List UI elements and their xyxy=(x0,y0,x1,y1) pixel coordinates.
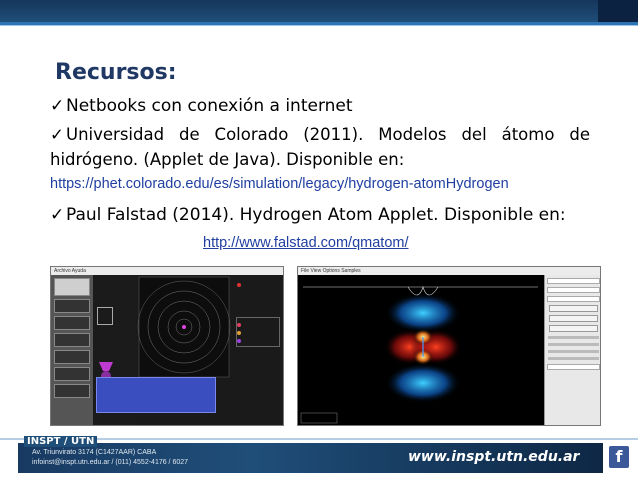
panel-button[interactable] xyxy=(549,325,598,332)
phet-link[interactable]: https://phet.colorado.edu/es/simulation/… xyxy=(50,176,509,192)
slider[interactable] xyxy=(548,336,599,339)
bullet-netbooks: ✓ Netbooks con conexión a internet xyxy=(50,96,353,116)
select-dropdown[interactable] xyxy=(547,287,600,293)
bullet-text: Universidad de Colorado (2011). Modelos … xyxy=(50,125,590,169)
bullet-colorado: ✓ Universidad de Colorado (2011). Modelos… xyxy=(50,122,590,172)
slider[interactable] xyxy=(548,350,599,353)
panel-button[interactable] xyxy=(549,305,598,312)
checkmark-icon: ✓ xyxy=(50,96,65,116)
top-bar-accent xyxy=(598,0,638,22)
gun-icon xyxy=(99,362,113,371)
applet-menubar: File View Options Samples xyxy=(298,267,600,275)
panel-button[interactable] xyxy=(549,315,598,322)
checkmark-icon: ✓ xyxy=(50,125,64,144)
facebook-icon[interactable]: f xyxy=(609,446,629,468)
url-field xyxy=(547,364,600,370)
nucleus xyxy=(182,325,186,329)
orbital-view xyxy=(300,285,538,424)
legend-box xyxy=(236,317,280,347)
institution-brand: INSPT / UTN xyxy=(24,436,98,447)
top-decorative-bar xyxy=(0,0,638,22)
orbital-lobe-top xyxy=(385,293,461,333)
state-indicator xyxy=(300,412,338,424)
slide-title: Recursos: xyxy=(55,60,177,85)
slider[interactable] xyxy=(548,357,599,360)
slider[interactable] xyxy=(548,343,599,346)
falstad-link[interactable]: http://www.falstad.com/qmatom/ xyxy=(203,235,409,251)
select-dropdown[interactable] xyxy=(547,296,600,302)
footer-banner: INSPT / UTN Av. Triunvirato 3174 (C1427A… xyxy=(18,436,603,473)
falstad-applet-screenshot: File View Options Samples xyxy=(297,266,601,426)
bullet-text: Paul Falstad (2014). Hydrogen Atom Apple… xyxy=(66,205,566,225)
bullet-falstad: ✓ Paul Falstad (2014). Hydrogen Atom Appl… xyxy=(50,205,566,225)
footer-contact: infoinst@inspt.utn.edu.ar / (011) 4552-4… xyxy=(32,459,189,466)
orbital-lobe-bottom xyxy=(385,363,461,403)
top-divider-thin-line xyxy=(0,25,638,26)
control-panel xyxy=(544,275,600,425)
footer-address: Av. Triunvirato 3174 (C1427AAR) CABA xyxy=(32,449,157,456)
phet-applet-screenshot: Archivo Ayuda xyxy=(50,266,284,426)
bullet-text: Netbooks con conexión a internet xyxy=(66,96,353,116)
checkmark-icon: ✓ xyxy=(50,205,65,225)
legend-dot xyxy=(237,283,241,287)
footer-website[interactable]: www.inspt.utn.edu.ar xyxy=(408,449,579,465)
light-controls-panel xyxy=(96,377,216,413)
select-dropdown[interactable] xyxy=(547,278,600,284)
